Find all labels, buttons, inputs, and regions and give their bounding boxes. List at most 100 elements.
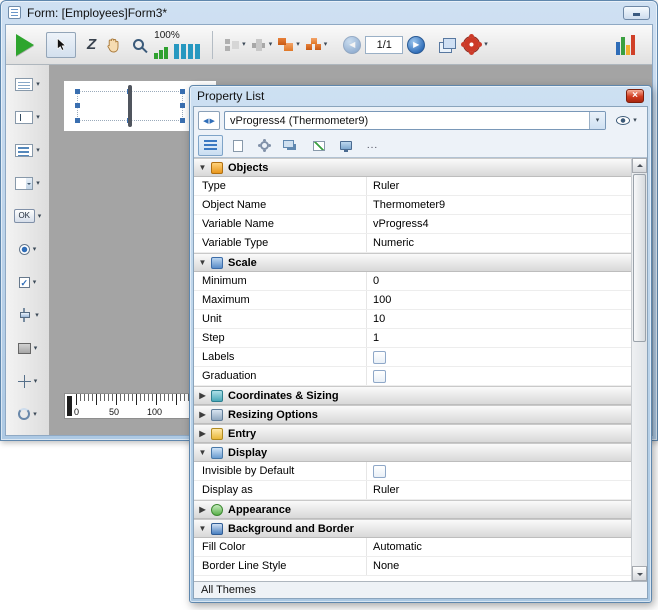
view-options-button[interactable]: ▾ [610,111,643,130]
section-appearance[interactable]: ▶ Appearance [194,500,631,519]
checkbox-tool-icon: ✓ [19,277,30,288]
minimize-button[interactable] [623,6,650,20]
ruler-origin-marker [67,396,72,416]
selection-handle[interactable] [75,118,80,123]
distribute-button[interactable]: ▾ [252,39,273,51]
zoom-bars-icon[interactable] [154,42,202,59]
property-list-titlebar[interactable]: Property List × [190,86,651,106]
disclosure-triangle-icon[interactable]: ▼ [194,524,211,533]
section-entry[interactable]: ▶ Entry [194,424,631,443]
page-icon [233,140,243,152]
disclosure-triangle-icon[interactable]: ▶ [194,429,211,438]
hand-tool-button[interactable] [104,36,122,54]
windows-icon[interactable] [439,38,456,52]
settings-button[interactable]: ▾ [462,35,488,54]
input-tool[interactable]: ▾ [6,107,49,127]
invisible-checkbox[interactable] [373,465,386,478]
tab-display[interactable] [333,135,358,156]
text-tool[interactable]: ▾ [6,74,49,94]
listbox-tool[interactable]: ▾ [6,140,49,160]
rectangle-tool[interactable]: ▾ [6,338,49,358]
scale-icon [211,257,223,269]
tab-form[interactable] [225,135,250,156]
entry-order-tool-button[interactable]: Z [87,36,96,53]
object-selector[interactable]: vProgress4 (Thermometer9) ▾ [224,111,606,130]
property-value[interactable]: 1 [366,329,631,347]
caret-down-icon: ▾ [34,345,38,352]
scroll-up-button[interactable] [632,158,647,173]
property-value[interactable]: 100 [366,291,631,309]
property-value[interactable]: vProgress4 [366,215,631,233]
close-icon[interactable]: × [626,89,644,103]
section-resizing[interactable]: ▶ Resizing Options [194,405,631,424]
nav-right-icon: ▶ [210,117,215,125]
scroll-down-button[interactable] [632,566,647,581]
window-titlebar[interactable]: Form: [Employees]Form3* [1,1,657,24]
disclosure-triangle-icon[interactable]: ▼ [194,448,211,457]
scrollbar-thumb[interactable] [633,174,646,342]
next-page-button[interactable]: ▶ [407,36,425,54]
level-button[interactable]: ▾ [278,38,300,51]
property-value[interactable]: None [366,557,631,575]
select-tool-button[interactable] [46,32,76,58]
graduation-checkbox[interactable] [373,370,386,383]
rectangle-tool-icon [18,343,31,354]
disclosure-triangle-icon[interactable]: ▶ [194,410,211,419]
disclosure-triangle-icon[interactable]: ▶ [194,505,211,514]
labels-checkbox[interactable] [373,351,386,364]
zoom-control[interactable]: 100% [154,30,202,59]
section-objects[interactable]: ▼ Objects [194,158,631,177]
property-value[interactable]: Ruler [366,481,631,499]
radio-tool[interactable]: ▾ [6,239,49,259]
tab-settings[interactable] [252,135,277,156]
property-value[interactable]: 10 [366,310,631,328]
button-tool[interactable]: OK ▾ [6,206,49,226]
disclosure-triangle-icon[interactable]: ▶ [194,391,211,400]
combo-dropdown-button[interactable]: ▾ [589,112,605,129]
property-value[interactable]: Numeric [366,234,631,252]
property-value[interactable]: 0 [366,272,631,290]
object-nav-button[interactable]: ◀ ▶ [198,111,220,130]
selection-handle[interactable] [75,89,80,94]
selection-handle[interactable] [75,103,80,108]
distribute-icon [252,39,266,51]
indicator-tool[interactable]: ▾ [6,305,49,325]
section-coordinates[interactable]: ▶ Coordinates & Sizing [194,386,631,405]
entry-icon [211,428,223,440]
previous-page-button[interactable]: ◀ [343,36,361,54]
zoom-tool-button[interactable] [133,39,144,50]
section-background-border[interactable]: ▼ Background and Border [194,519,631,538]
align-button[interactable]: ▾ [225,39,246,51]
spinner-tool[interactable]: ▾ [6,404,49,424]
selected-object-name: vProgress4 (Thermometer9) [225,115,589,127]
tab-events[interactable] [279,135,304,156]
splitter-tool[interactable]: ▾ [6,371,49,391]
property-label: Variable Name [194,215,366,233]
hand-icon [104,36,122,54]
disclosure-triangle-icon[interactable]: ▼ [194,258,211,267]
disclosure-triangle-icon[interactable]: ▼ [194,163,211,172]
section-scale[interactable]: ▼ Scale [194,253,631,272]
section-display[interactable]: ▼ Display [194,443,631,462]
checkbox-tool[interactable]: ✓ ▾ [6,272,49,292]
screens-icon [283,140,294,148]
colors-icon[interactable] [616,34,640,55]
selection-handle[interactable] [180,118,185,123]
selected-thermometer-object[interactable] [77,91,183,121]
combobox-tool[interactable]: ▾ [6,173,49,193]
tab-more[interactable]: ... [360,135,385,156]
property-value[interactable]: Automatic [366,538,631,556]
selection-handle[interactable] [180,89,185,94]
tab-properties[interactable] [198,135,223,156]
selection-handle[interactable] [180,103,185,108]
window-title: Form: [Employees]Form3* [27,6,167,20]
tab-chart[interactable] [306,135,331,156]
vertical-scrollbar[interactable] [631,158,647,581]
property-value[interactable]: Thermometer9 [366,196,631,214]
list-icon [204,140,217,151]
run-button[interactable] [16,34,34,56]
property-value[interactable]: Ruler [366,177,631,195]
duplicate-button[interactable]: ▾ [306,38,328,51]
themes-filter[interactable]: All Themes [194,581,647,598]
property-label: Fill Color [194,538,366,556]
